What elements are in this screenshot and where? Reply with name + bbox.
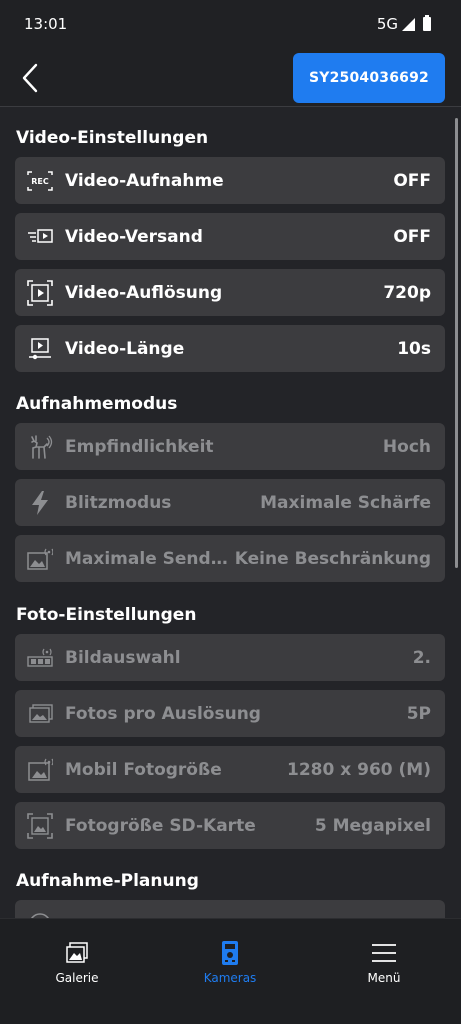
nav-gallery-label: Galerie — [55, 971, 99, 985]
setting-value: 2. — [412, 647, 431, 668]
svg-text:REC: REC — [31, 177, 49, 186]
setting-photos-per-trigger[interactable]: Fotos pro Auslösung 5P — [15, 690, 445, 737]
setting-label: Video-Länge — [65, 338, 185, 359]
video-length-icon — [27, 336, 53, 362]
status-bar: 13:01 5G — [0, 0, 461, 50]
setting-label: Maximale Sendungen pro Tag — [65, 548, 235, 569]
setting-value: 1280 x 960 (M) — [287, 759, 431, 780]
network-label: 5G — [376, 15, 398, 33]
setting-video-length[interactable]: Video-Länge 10s — [15, 325, 445, 372]
setting-value: Hoch — [382, 436, 431, 457]
chevron-left-icon — [22, 63, 38, 93]
menu-icon — [329, 939, 439, 967]
setting-label: Blitzmodus — [65, 492, 172, 513]
max-send-icon — [27, 546, 53, 572]
section-title-schedule: Aufnahme-Planung — [16, 871, 199, 891]
setting-mobile-photo-size[interactable]: Mobil Fotogröße 1280 x 960 (M) — [15, 746, 445, 793]
setting-value: Keine Beschränkung — [234, 548, 431, 569]
image-select-icon — [27, 645, 53, 671]
setting-label: Fotogröße SD-Karte — [65, 815, 256, 836]
camera-trap-icon — [175, 939, 285, 967]
setting-image-selection[interactable]: Bildauswahl 2. — [15, 634, 445, 681]
setting-video-recording[interactable]: REC Video-Aufnahme OFF — [15, 157, 445, 204]
setting-sensitivity[interactable]: Empfindlichkeit Hoch — [15, 423, 445, 470]
setting-label: Empfindlichkeit — [65, 436, 214, 457]
setting-label: Video-Aufnahme — [65, 170, 224, 191]
mobile-photo-size-icon — [27, 757, 53, 783]
flash-icon — [27, 490, 53, 516]
setting-value: OFF — [393, 170, 431, 191]
setting-video-send[interactable]: Video-Versand OFF — [15, 213, 445, 260]
section-title-photo: Foto-Einstellungen — [16, 605, 197, 625]
section-title-video: Video-Einstellungen — [16, 128, 209, 148]
setting-label: Bildauswahl — [65, 647, 181, 668]
nav-menu[interactable]: Menü — [329, 939, 439, 985]
setting-label: Fotos pro Auslösung — [65, 703, 261, 724]
setting-flash-mode[interactable]: Blitzmodus Maximale Schärfe — [15, 479, 445, 526]
rec-icon: REC — [27, 168, 53, 194]
setting-max-sendings[interactable]: Maximale Sendungen pro Tag Keine Beschrä… — [15, 535, 445, 582]
back-button[interactable] — [16, 62, 48, 94]
nav-gallery[interactable]: Galerie — [22, 939, 132, 985]
setting-video-resolution[interactable]: Video-Auflösung 720p — [15, 269, 445, 316]
settings-list[interactable]: Video-Einstellungen REC Video-Aufnahme O… — [0, 108, 461, 918]
setting-value: 720p — [383, 282, 431, 303]
setting-value: 10s — [397, 338, 431, 359]
status-time: 13:01 — [24, 15, 68, 33]
setting-label: Video-Versand — [65, 226, 203, 247]
bottom-navigation: Galerie Kameras Menü — [0, 918, 461, 1024]
setting-value: 5 Megapixel — [314, 815, 431, 836]
signal-icon — [402, 17, 415, 31]
setting-label: Mobil Fotogröße — [65, 759, 222, 780]
scrollbar[interactable] — [455, 118, 458, 568]
nav-cameras[interactable]: Kameras — [175, 939, 285, 985]
battery-icon — [423, 15, 431, 31]
setting-value: Maximale Schärfe — [260, 492, 431, 513]
device-id-button[interactable]: SY2504036692 — [293, 53, 445, 103]
nav-cameras-label: Kameras — [203, 971, 257, 985]
setting-sd-photo-size[interactable]: Fotogröße SD-Karte 5 Megapixel — [15, 802, 445, 849]
setting-label: Video-Auflösung — [65, 282, 223, 303]
app-header: SY2504036692 — [0, 50, 461, 107]
clock-icon — [27, 911, 53, 918]
video-resolution-icon — [27, 279, 53, 306]
nav-menu-label: Menü — [367, 971, 401, 985]
status-indicators: 5G — [377, 15, 431, 33]
section-title-mode: Aufnahmemodus — [16, 394, 178, 414]
deer-sensitivity-icon — [27, 434, 53, 460]
gallery-icon — [22, 939, 132, 967]
setting-schedule-partial[interactable] — [15, 900, 445, 918]
sd-photo-size-icon — [27, 812, 53, 839]
setting-value: OFF — [393, 226, 431, 247]
video-send-icon — [27, 224, 53, 250]
photos-per-trigger-icon — [27, 701, 53, 727]
setting-value: 5P — [406, 703, 431, 724]
